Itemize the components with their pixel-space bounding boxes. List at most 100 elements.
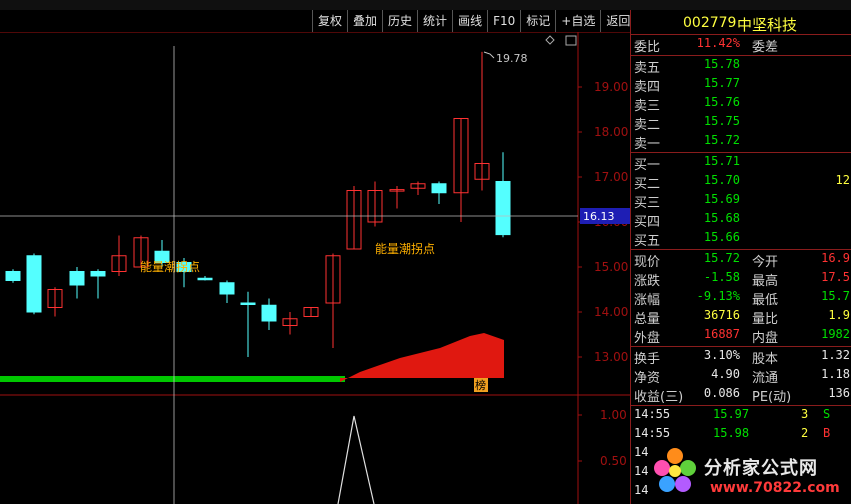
tick-side: B <box>823 426 831 440</box>
stat-row: 涨幅 -9.13% 最低 15.7 <box>631 289 851 308</box>
stat-value: 16.9 <box>821 251 850 265</box>
bid-row: 买五 15.66 <box>631 230 851 249</box>
stat-row: 总量 36716 量比 1.9 <box>631 308 851 327</box>
ask-price: 15.77 <box>703 76 740 90</box>
candle-body <box>5 271 21 281</box>
separator <box>631 249 851 250</box>
ask-row: 卖二 15.75 <box>631 114 851 133</box>
candle-body <box>431 183 447 194</box>
stat-value: 1.9 <box>828 308 850 322</box>
fin-value: 3.10% <box>703 348 740 362</box>
stat-label: 总量 <box>634 312 661 327</box>
stat-label: 内盘 <box>752 331 779 346</box>
weibi-label: 委比 <box>634 40 661 55</box>
stock-code: 002779 <box>683 15 737 31</box>
bid-price: 15.71 <box>703 154 740 168</box>
candle-body <box>261 304 277 322</box>
quote-header: 002779 中坚科技 <box>631 12 851 34</box>
toolbar-button-7[interactable]: +自选 <box>555 10 600 32</box>
watermark-title: 分析家公式网 <box>704 458 818 479</box>
candle-body <box>240 302 256 305</box>
kline-chart[interactable]: 19.0018.0017.0016.0015.0014.0013.001.000… <box>0 32 630 504</box>
bid-price: 15.68 <box>703 211 740 225</box>
stat-row: 涨跌 -1.58 最高 17.5 <box>631 270 851 289</box>
toolbar-button-1[interactable]: 叠加 <box>347 10 382 32</box>
ask-label: 卖二 <box>634 118 661 133</box>
sub-y-label: 0.50 <box>600 454 627 468</box>
separator <box>631 346 851 347</box>
toolbar-button-4[interactable]: 画线 <box>452 10 487 32</box>
flower-logo-icon <box>654 448 696 492</box>
bid-label: 买三 <box>634 196 661 211</box>
weibi-value: 11.42% <box>696 36 740 50</box>
separator <box>631 55 851 56</box>
chart-toolbar: 复权 叠加 历史 统计 画线 F10 标记 +自选 返回 <box>312 10 635 32</box>
watermark: 分析家公式网 www.70822.com <box>650 440 851 504</box>
bid-row: 买二 15.70 12 <box>631 173 851 192</box>
stat-value: 15.7 <box>821 289 850 303</box>
ask-label: 卖四 <box>634 80 661 95</box>
stat-label: 量比 <box>752 312 779 327</box>
stat-value: 36716 <box>703 308 740 322</box>
toolbar-button-5[interactable]: F10 <box>487 10 520 32</box>
y-tick-label: 13.00 <box>594 350 628 364</box>
stat-label: 今开 <box>752 255 779 270</box>
marker-text: 榜 <box>475 378 486 392</box>
bid-price: 15.66 <box>703 230 740 244</box>
fin-label: 净资 <box>634 371 661 386</box>
stat-value: 16887 <box>703 327 740 341</box>
fin-label: 换手 <box>634 352 661 367</box>
ask-row: 卖五 15.78 <box>631 57 851 76</box>
tick-price: 15.98 <box>713 426 750 440</box>
tick-time: 14 <box>634 464 649 478</box>
bid-price: 15.70 <box>703 173 740 187</box>
annotation-label: 能量潮拐点 <box>140 259 200 274</box>
bid-label: 买五 <box>634 234 661 249</box>
separator <box>631 405 851 406</box>
fin-row: 净资 4.90 流通 1.18 <box>631 367 851 386</box>
candle-body <box>219 282 235 295</box>
candle-body <box>69 271 85 286</box>
tick-side: S <box>823 407 831 421</box>
tick-row: 14:55 15.97 3 S <box>631 407 851 426</box>
window-icon <box>565 35 577 46</box>
energy-area <box>340 333 504 382</box>
stat-label: 外盘 <box>634 331 661 346</box>
y-tick-label: 19.00 <box>594 80 628 94</box>
bid-price: 15.69 <box>703 192 740 206</box>
bid-label: 买一 <box>634 158 661 173</box>
stat-label: 最高 <box>752 274 779 289</box>
fin-label: PE(动) <box>752 390 792 405</box>
toolbar-button-6[interactable]: 标记 <box>520 10 555 32</box>
toolbar-button-2[interactable]: 历史 <box>382 10 417 32</box>
bid-label: 买二 <box>634 177 661 192</box>
fin-value: 1.18 <box>821 367 850 381</box>
fin-value: 136 <box>828 386 850 400</box>
high-price-label: 19.78 <box>496 52 528 65</box>
fin-value: 1.32 <box>821 348 850 362</box>
high-pointer <box>483 51 495 59</box>
tick-price: 15.97 <box>713 407 750 421</box>
bid-volume: 12 <box>835 173 850 187</box>
annotation-label: 能量潮拐点 <box>375 241 435 256</box>
candle-body <box>197 277 213 281</box>
ask-label: 卖五 <box>634 61 661 76</box>
ask-row: 卖三 15.76 <box>631 95 851 114</box>
toolbar-button-0[interactable]: 复权 <box>312 10 347 32</box>
toolbar-button-3[interactable]: 统计 <box>417 10 452 32</box>
title-bar <box>0 0 851 10</box>
ask-label: 卖三 <box>634 99 661 114</box>
tick-time: 14:55 <box>634 407 671 421</box>
tick-time: 14:55 <box>634 426 671 440</box>
fin-label: 股本 <box>752 352 779 367</box>
stat-label: 涨跌 <box>634 274 661 289</box>
tick-time: 14 <box>634 445 649 459</box>
bid-row: 买一 15.71 <box>631 154 851 173</box>
ask-price: 15.72 <box>703 133 740 147</box>
y-tick-label: 18.00 <box>594 125 628 139</box>
stat-row: 外盘 16887 内盘 1982 <box>631 327 851 346</box>
candle-body <box>495 181 511 236</box>
stat-value: 17.5 <box>821 270 850 284</box>
indicator-green-bar <box>0 376 345 382</box>
fin-row: 收益(三) 0.086 PE(动) 136 <box>631 386 851 405</box>
